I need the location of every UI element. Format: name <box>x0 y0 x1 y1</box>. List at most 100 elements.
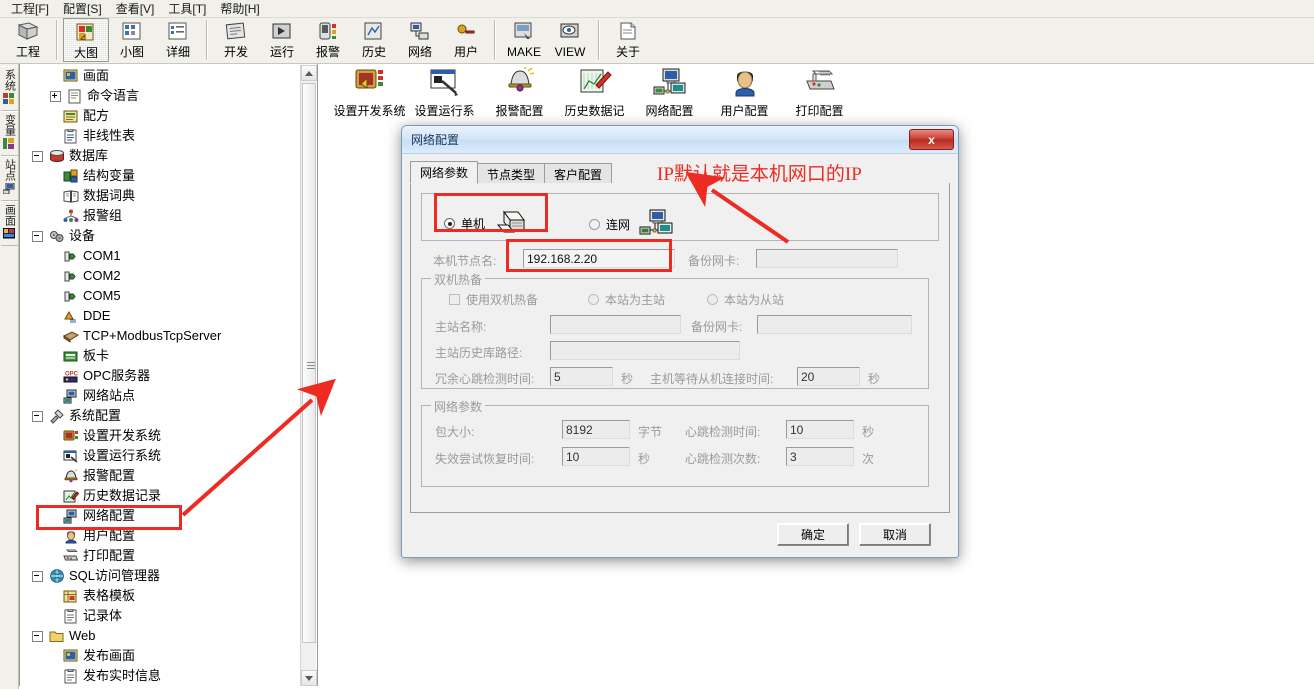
close-icon[interactable]: x <box>909 129 954 150</box>
cancel-button[interactable]: 取消 <box>859 523 931 546</box>
redundancy-heartbeat-input[interactable]: 5 <box>550 367 613 386</box>
tree-node[interactable]: COM5 <box>20 286 302 306</box>
menu-config[interactable]: 配置[S] <box>56 0 109 18</box>
vertical-tab-variable[interactable]: 变量 <box>1 111 18 156</box>
large-toolbar-button-config-run-system[interactable]: 设置运行系 <box>407 64 482 118</box>
tree-node[interactable]: 历史数据记录 <box>20 486 302 506</box>
toolbar-button-make[interactable]: MAKE <box>501 18 547 62</box>
tree-node[interactable]: COM2 <box>20 266 302 286</box>
tree-node[interactable]: 设置运行系统 <box>20 446 302 466</box>
tree-node[interactable]: 数据库 <box>20 146 302 166</box>
tree-scrollbar[interactable] <box>300 65 316 686</box>
toolbar-button-about[interactable]: 关于 <box>605 18 651 62</box>
tab-node-type[interactable]: 节点类型 <box>477 163 545 184</box>
tree-node-label: 网络站点 <box>83 388 135 404</box>
config-dev-system-icon <box>63 429 79 444</box>
network-radio[interactable] <box>589 219 600 230</box>
tree-node[interactable]: OPCOPC服务器 <box>20 366 302 386</box>
tree-node[interactable]: 发布实时信息 <box>20 666 302 686</box>
hs-backup-nic-input[interactable] <box>757 315 912 334</box>
collapse-icon[interactable] <box>32 631 43 642</box>
tree-node[interactable]: 配方 <box>20 106 302 126</box>
large-toolbar-button-network-config[interactable]: 网络配置 <box>632 64 707 118</box>
vertical-tab-screen[interactable]: 画面 <box>1 201 18 246</box>
large-toolbar-button-alarm-config[interactable]: 报警配置 <box>482 64 557 118</box>
toolbar-button-run[interactable]: 运行 <box>259 18 305 62</box>
tree-node[interactable]: 系统配置 <box>20 406 302 426</box>
tree-node[interactable]: 报警配置 <box>20 466 302 486</box>
collapse-icon[interactable] <box>32 151 43 162</box>
master-wait-input[interactable]: 20 <box>797 367 860 386</box>
collapse-icon[interactable] <box>32 231 43 242</box>
tree-node[interactable]: 画面 <box>20 66 302 86</box>
scrollbar-thumb[interactable] <box>302 83 316 643</box>
scroll-down-button[interactable] <box>301 670 317 686</box>
menu-view[interactable]: 查看[V] <box>109 0 162 18</box>
scroll-up-button[interactable] <box>301 65 317 81</box>
expand-icon[interactable] <box>50 91 61 102</box>
tree-node[interactable]: 表格模板 <box>20 586 302 606</box>
ok-button[interactable]: 确定 <box>777 523 849 546</box>
large-toolbar-button-print-config[interactable]: 打印配置 <box>782 64 857 118</box>
heartbeat-time-input[interactable]: 10 <box>786 420 854 439</box>
vertical-tab-site[interactable]: 站点 <box>1 156 18 201</box>
tree-node[interactable]: 命令语言 <box>20 86 302 106</box>
tree-node[interactable]: 设备 <box>20 226 302 246</box>
collapse-icon[interactable] <box>32 411 43 422</box>
menu-tools[interactable]: 工具[T] <box>161 0 213 18</box>
toolbar-button-project[interactable]: 工程 <box>5 18 51 62</box>
tree-node[interactable]: 数据词典 <box>20 186 302 206</box>
heartbeat-count-input[interactable]: 3 <box>786 447 854 466</box>
packet-size-input[interactable]: 8192 <box>562 420 630 439</box>
tree-node[interactable]: 网络站点 <box>20 386 302 406</box>
print-config-icon <box>803 67 837 102</box>
tree-node[interactable]: 设置开发系统 <box>20 426 302 446</box>
tab-client-config[interactable]: 客户配置 <box>544 163 612 184</box>
toolbar-button-user[interactable]: 用户 <box>443 18 489 62</box>
project-tree[interactable]: 画面命令语言配方非线性表数据库结构变量数据词典报警组设备COM1COM2COM5… <box>20 64 302 687</box>
network-radio-row[interactable]: 连网 <box>589 209 673 240</box>
large-toolbar-button-config-dev-system[interactable]: 设置开发系统 <box>332 64 407 118</box>
tree-node[interactable]: 记录体 <box>20 606 302 626</box>
backup-nic-input[interactable] <box>756 249 898 268</box>
toolbar-button-details[interactable]: 详细 <box>155 18 201 62</box>
tree-node[interactable]: 报警组 <box>20 206 302 226</box>
master-station-row[interactable]: 本站为主站 <box>588 291 665 308</box>
large-toolbar-button-user-config[interactable]: 用户配置 <box>707 64 782 118</box>
redundancy-heartbeat-label: 冗余心跳检测时间: <box>435 370 534 387</box>
slave-station-radio[interactable] <box>707 294 718 305</box>
toolbar-button-network[interactable]: 网络 <box>397 18 443 62</box>
tree-node[interactable]: 结构变量 <box>20 166 302 186</box>
toolbar-button-history[interactable]: 历史 <box>351 18 397 62</box>
history-path-input[interactable] <box>550 341 740 360</box>
slave-station-row[interactable]: 本站为从站 <box>707 291 784 308</box>
tree-node[interactable]: TCP+ModbusTcpServer <box>20 326 302 346</box>
master-name-input[interactable] <box>550 315 681 334</box>
large-toolbar-button-history-data[interactable]: 历史数据记 <box>557 64 632 118</box>
tree-node[interactable]: COM1 <box>20 246 302 266</box>
tree-node-label: 发布画面 <box>83 648 135 664</box>
toolbar-button-smalls-icon[interactable]: 小图 <box>109 18 155 62</box>
menu-project[interactable]: 工程[F] <box>4 0 56 18</box>
network-config-icon <box>653 67 687 102</box>
enable-hot-standby-row[interactable]: 使用双机热备 <box>449 291 538 308</box>
board-card-icon <box>63 349 79 364</box>
toolbar-button-larges-icon[interactable]: 大图 <box>63 18 109 62</box>
vertical-tab-system[interactable]: 系统 <box>1 66 18 111</box>
toolbar-button-view[interactable]: VIEW <box>547 18 593 62</box>
tree-node[interactable]: DDE <box>20 306 302 326</box>
tree-node[interactable]: SQL访问管理器 <box>20 566 302 586</box>
master-station-radio[interactable] <box>588 294 599 305</box>
enable-hot-standby-checkbox[interactable] <box>449 294 460 305</box>
toolbar-button-develop[interactable]: 开发 <box>213 18 259 62</box>
menu-help[interactable]: 帮助[H] <box>213 0 266 18</box>
tree-node[interactable]: 非线性表 <box>20 126 302 146</box>
tab-network-params[interactable]: 网络参数 <box>410 161 478 184</box>
toolbar-button-alarm[interactable]: 报警 <box>305 18 351 62</box>
tree-node[interactable]: 板卡 <box>20 346 302 366</box>
tree-node[interactable]: 打印配置 <box>20 546 302 566</box>
retry-input[interactable]: 10 <box>562 447 630 466</box>
collapse-icon[interactable] <box>32 571 43 582</box>
tree-node[interactable]: Web <box>20 626 302 646</box>
tree-node[interactable]: 发布画面 <box>20 646 302 666</box>
